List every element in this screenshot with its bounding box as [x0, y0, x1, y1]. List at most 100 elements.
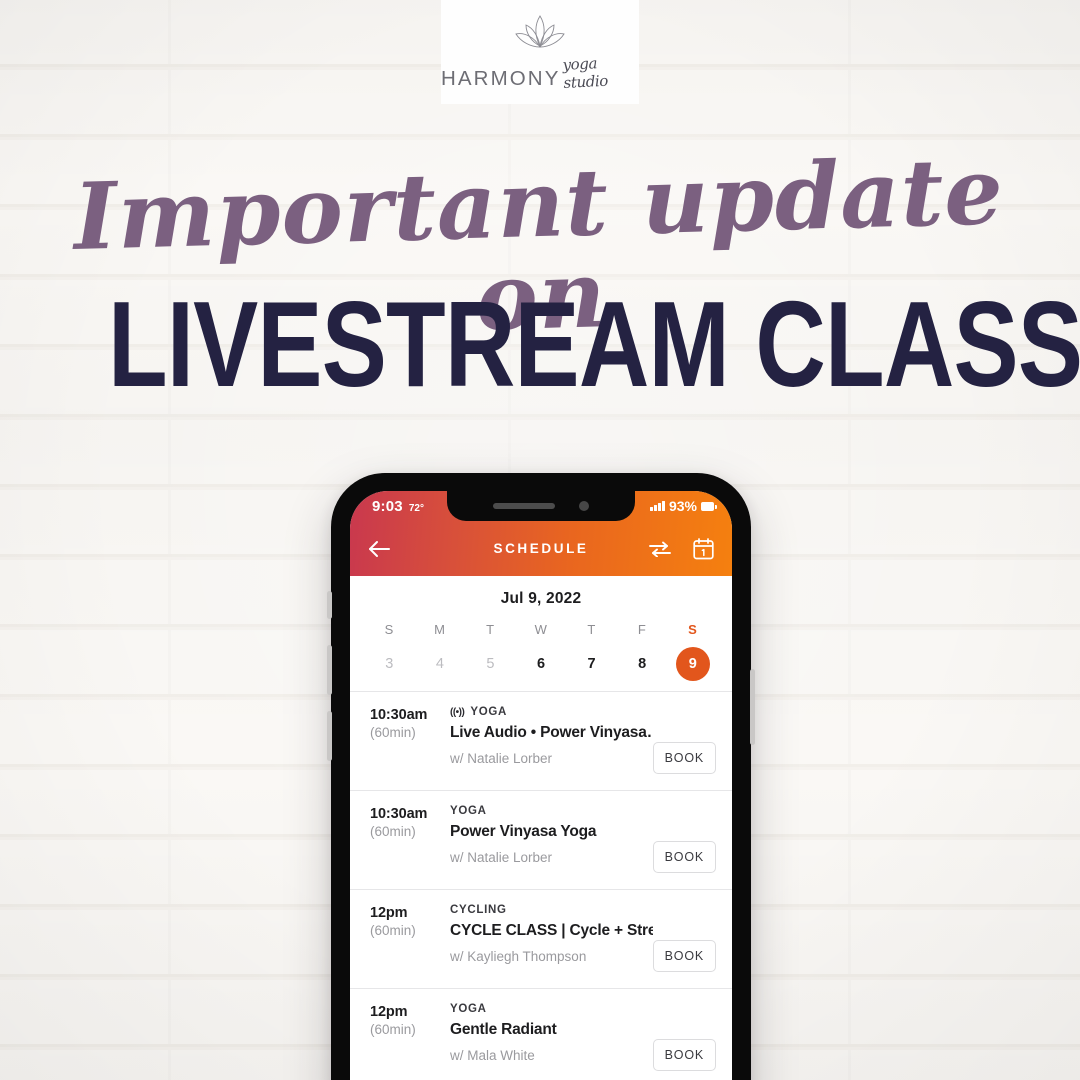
phone-silent-switch[interactable]	[327, 591, 332, 619]
studio-logo-card: HARMONY yoga studio	[441, 0, 639, 104]
class-book-cell: BOOK	[652, 841, 716, 875]
back-arrow-icon[interactable]	[368, 540, 391, 558]
class-time: 12pm	[370, 1004, 408, 1020]
class-teacher: w/ Natalie Lorber	[450, 751, 553, 766]
calendar-dow: S	[384, 622, 394, 637]
calendar-strip: Jul 9, 2022 S M T W T F S 3 4 5 6 7 8 9	[350, 576, 732, 691]
status-bar-left: 9:03 72°	[372, 498, 424, 515]
live-broadcast-icon: ((•))	[450, 706, 465, 718]
calendar-dow-cell: T	[465, 622, 516, 637]
calendar-dow: M	[434, 622, 446, 637]
class-teacher: w/ Mala White	[450, 1048, 535, 1063]
class-duration: (60min)	[370, 725, 416, 740]
calendar-month-label: Jul 9, 2022	[500, 590, 582, 607]
calendar-date-cell-7[interactable]: 7	[566, 647, 617, 681]
calendar-date: 4	[435, 656, 444, 672]
calendar-date: 8	[638, 656, 647, 672]
class-time-block: 10:30am (60min)	[370, 805, 444, 839]
calendar-date: 7	[587, 656, 596, 672]
calendar-date-cell-3[interactable]: 3	[364, 647, 415, 681]
class-duration: (60min)	[370, 1022, 416, 1037]
phone-mockup: 9:03 72° 93% SCHEDULE Jul 9, 2022 S M T …	[327, 473, 755, 1080]
app-bar-actions	[649, 537, 714, 560]
calendar-dow-row: S M T W T F S	[350, 622, 732, 637]
status-battery-percent: 93%	[668, 498, 697, 514]
earpiece-speaker	[493, 503, 555, 509]
class-book-cell: BOOK	[652, 940, 716, 974]
status-time: 9:03	[372, 497, 403, 515]
calendar-date-cell-6[interactable]: 6	[516, 647, 567, 681]
calendar-icon[interactable]	[693, 537, 714, 560]
status-bar: 9:03 72° 93%	[350, 491, 732, 521]
class-category: YOGA	[450, 1003, 487, 1015]
calendar-date-row: 3 4 5 6 7 8 9	[350, 647, 732, 681]
phone-power-button[interactable]	[750, 669, 755, 745]
headline-title: LIVESTREAM CLASSES	[108, 276, 1080, 412]
class-category-row: ((•)) YOGA	[450, 706, 653, 718]
book-button[interactable]: BOOK	[652, 841, 716, 873]
class-time: 10:30am	[370, 806, 428, 822]
class-time-block: 12pm (60min)	[370, 1003, 444, 1037]
calendar-date-cell-4[interactable]: 4	[415, 647, 466, 681]
app-bar: SCHEDULE	[350, 521, 732, 576]
logo-wordmark-harmony: HARMONY	[441, 67, 561, 90]
filter-sort-icon[interactable]	[649, 541, 671, 557]
class-book-cell: BOOK	[652, 1039, 716, 1073]
class-category: YOGA	[470, 706, 507, 718]
calendar-dow: F	[637, 622, 647, 637]
calendar-date-selected: 9	[675, 647, 710, 681]
calendar-dow-cell: S	[364, 622, 415, 637]
logo-wordmark-script: yoga studio	[562, 54, 609, 92]
calendar-dow-cell: S	[667, 622, 718, 637]
calendar-date: 5	[486, 656, 495, 672]
class-details: YOGA Power Vinyasa Yoga w/ Natalie Lorbe…	[444, 805, 653, 865]
calendar-dow: T	[486, 622, 495, 637]
calendar-date: 3	[385, 656, 394, 672]
calendar-dow-cell: T	[566, 622, 617, 637]
class-name: Gentle Radiant	[450, 1021, 557, 1038]
class-name: CYCLE CLASS | Cycle + Stre…	[450, 922, 653, 939]
calendar-date-cell-5[interactable]: 5	[465, 647, 516, 681]
class-time: 10:30am	[370, 707, 428, 723]
book-button[interactable]: BOOK	[652, 742, 716, 774]
phone-volume-up-button[interactable]	[327, 645, 332, 695]
calendar-date-cell-9[interactable]: 9	[667, 647, 718, 681]
phone-notch	[447, 491, 635, 521]
class-category: CYCLING	[450, 904, 507, 916]
calendar-dow: T	[587, 622, 596, 637]
class-details: ((•)) YOGA Live Audio • Power Vinyasa… w…	[444, 706, 653, 766]
class-name: Power Vinyasa Yoga	[450, 823, 597, 840]
calendar-dow: W	[534, 622, 548, 637]
class-time-block: 12pm (60min)	[370, 904, 444, 938]
phone-volume-down-button[interactable]	[327, 711, 332, 761]
class-book-cell: BOOK	[652, 742, 716, 776]
book-button[interactable]: BOOK	[652, 1039, 716, 1071]
class-duration: (60min)	[370, 923, 416, 938]
class-time-block: 10:30am (60min)	[370, 706, 444, 740]
book-button[interactable]: BOOK	[652, 940, 716, 972]
class-teacher: w/ Kayliegh Thompson	[450, 949, 587, 964]
calendar-dow-cell: F	[617, 622, 668, 637]
class-time: 12pm	[370, 905, 408, 921]
class-category-row: YOGA	[450, 805, 653, 817]
class-list-item[interactable]: 10:30am (60min) YOGA Power Vinyasa Yoga …	[350, 791, 732, 890]
class-category-row: CYCLING	[450, 904, 653, 916]
class-category: YOGA	[450, 805, 487, 817]
calendar-date-cell-8[interactable]: 8	[617, 647, 668, 681]
class-list-item[interactable]: 12pm (60min) CYCLING CYCLE CLASS | Cycle…	[350, 890, 732, 989]
class-category-row: YOGA	[450, 1003, 653, 1015]
calendar-dow-cell: M	[415, 622, 466, 637]
class-list-item[interactable]: 12pm (60min) YOGA Gentle Radiant w/ Mala…	[350, 989, 732, 1080]
app-top-bar: 9:03 72° 93% SCHEDULE	[350, 491, 732, 576]
calendar-dow-cell: W	[516, 622, 567, 637]
class-name: Live Audio • Power Vinyasa…	[450, 724, 653, 741]
class-list: 10:30am (60min) ((•)) YOGA Live Audio • …	[350, 692, 732, 1080]
front-camera-icon	[579, 501, 589, 511]
class-list-item[interactable]: 10:30am (60min) ((•)) YOGA Live Audio • …	[350, 692, 732, 791]
signal-bars-icon	[650, 501, 665, 511]
phone-screen: 9:03 72° 93% SCHEDULE Jul 9, 2022 S M T …	[350, 491, 732, 1080]
class-duration: (60min)	[370, 824, 416, 839]
lotus-icon	[515, 15, 565, 48]
status-temperature: 72°	[408, 502, 424, 514]
status-bar-right: 93%	[650, 498, 717, 514]
